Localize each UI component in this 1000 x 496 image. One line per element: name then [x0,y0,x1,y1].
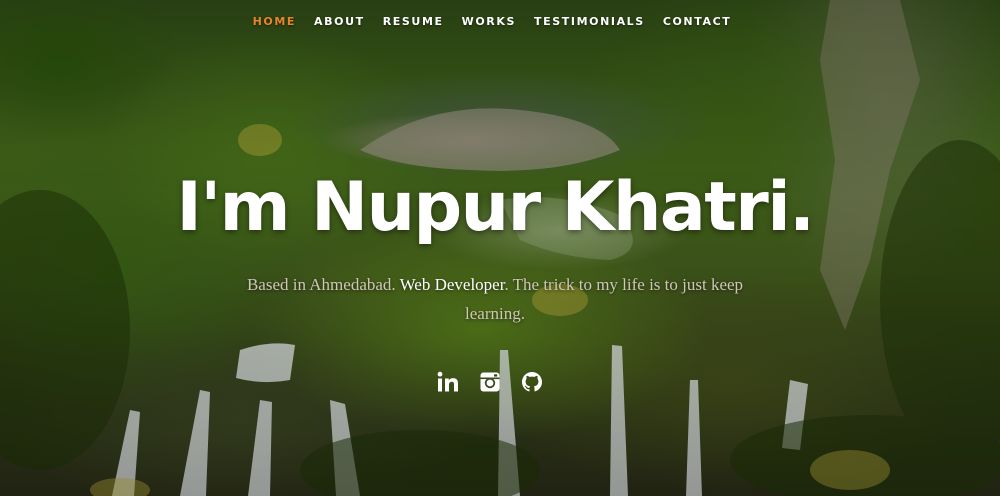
subtitle-role-highlight: Web Developer [399,275,505,294]
nav-link-works[interactable]: WORKS [462,0,516,44]
github-icon [522,372,542,392]
hero-headline: I'm Nupur Khatri. [176,168,815,247]
main-navigation: HOME ABOUT RESUME WORKS TESTIMONIALS CON… [0,0,992,44]
linkedin-link[interactable] [437,371,459,393]
instagram-link[interactable] [479,371,501,393]
linkedin-icon [437,371,458,392]
instagram-icon [480,372,500,392]
github-link[interactable] [521,371,543,393]
nav-link-contact[interactable]: CONTACT [663,0,732,44]
nav-link-about[interactable]: ABOUT [314,0,365,44]
subtitle-location-text: Based in Ahmedabad. [246,275,400,294]
nav-link-testimonials[interactable]: TESTIMONIALS [534,0,645,44]
hero-overlay [0,0,1000,496]
subtitle-motto-text: . The trick to my life is to just keep l… [465,275,744,323]
nav-link-home[interactable]: HOME [253,0,296,44]
hero-background-image [0,0,1000,496]
social-links [0,371,980,393]
nav-link-resume[interactable]: RESUME [383,0,444,44]
hero-subtitle: Based in Ahmedabad. Web Developer. The t… [225,270,765,328]
hero-banner: HOME ABOUT RESUME WORKS TESTIMONIALS CON… [0,0,1000,496]
